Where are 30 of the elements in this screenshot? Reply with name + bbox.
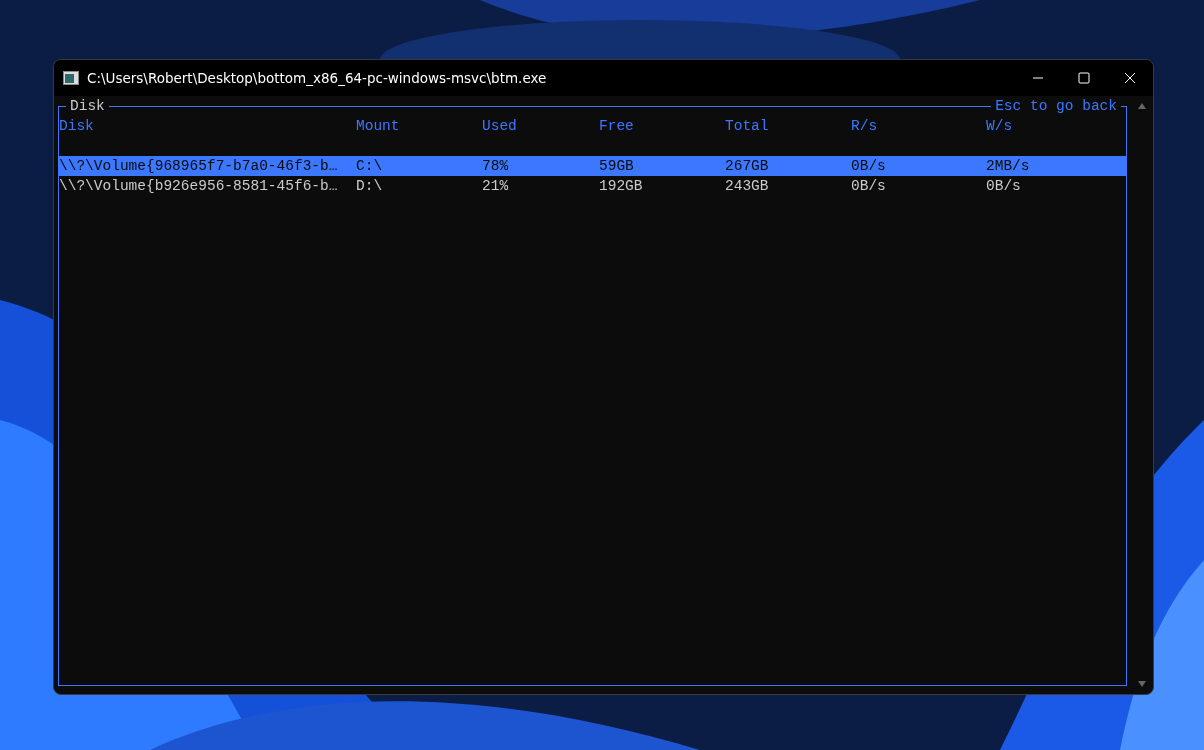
column-header[interactable]: R/s <box>851 116 986 136</box>
column-header[interactable]: Used <box>482 116 599 136</box>
table-cell-text: 78% <box>482 157 510 176</box>
help-hint: Esc to go back <box>991 96 1121 116</box>
table-cell-text: \\?\Volume{968965f7-b7a0-46f3-b… <box>59 157 339 176</box>
maximize-icon <box>1078 72 1090 84</box>
table-cell-text: C:\ <box>356 157 384 176</box>
table-cell-text: 0B/s <box>851 177 887 196</box>
table-cell-text: 0B/s <box>851 157 887 176</box>
table-cell-text: 0B/s <box>986 177 1022 196</box>
scroll-up-icon[interactable] <box>1137 102 1147 110</box>
table-cell-text: 59GB <box>599 157 635 176</box>
window-title: C:\Users\Robert\Desktop\bottom_x86_64-pc-windows-msvc\btm.exe <box>87 68 547 88</box>
table-cell-text: 21% <box>482 177 510 196</box>
column-header[interactable]: W/s <box>986 116 1126 136</box>
table-row[interactable]: \\?\Volume{b926e956-8581-45f6-b… D:\ 21% 192GB 243GB 0B/s 0B/s <box>59 176 1126 196</box>
terminal-icon <box>63 71 79 85</box>
table-cell-text: 192GB <box>599 177 644 196</box>
column-header[interactable]: Free <box>599 116 725 136</box>
column-header[interactable]: Disk <box>59 116 356 136</box>
column-header[interactable]: Mount <box>356 116 482 136</box>
table-cell-text: 243GB <box>725 177 770 196</box>
close-icon <box>1124 72 1136 84</box>
table-cell-text: 267GB <box>725 157 770 176</box>
scroll-down-icon[interactable] <box>1137 680 1147 688</box>
selected-row-highlight[interactable]: \\?\Volume{968965f7-b7a0-46f3-b… C:\ 78% 59GB 267GB 0B/s 2MB/s <box>59 156 1126 176</box>
table-cell-text: 2MB/s <box>986 157 1031 176</box>
column-header[interactable]: Total <box>725 116 851 136</box>
table-cell-text: \\?\Volume{b926e956-8581-45f6-b… <box>59 177 339 196</box>
table-cell-text: D:\ <box>356 177 384 196</box>
